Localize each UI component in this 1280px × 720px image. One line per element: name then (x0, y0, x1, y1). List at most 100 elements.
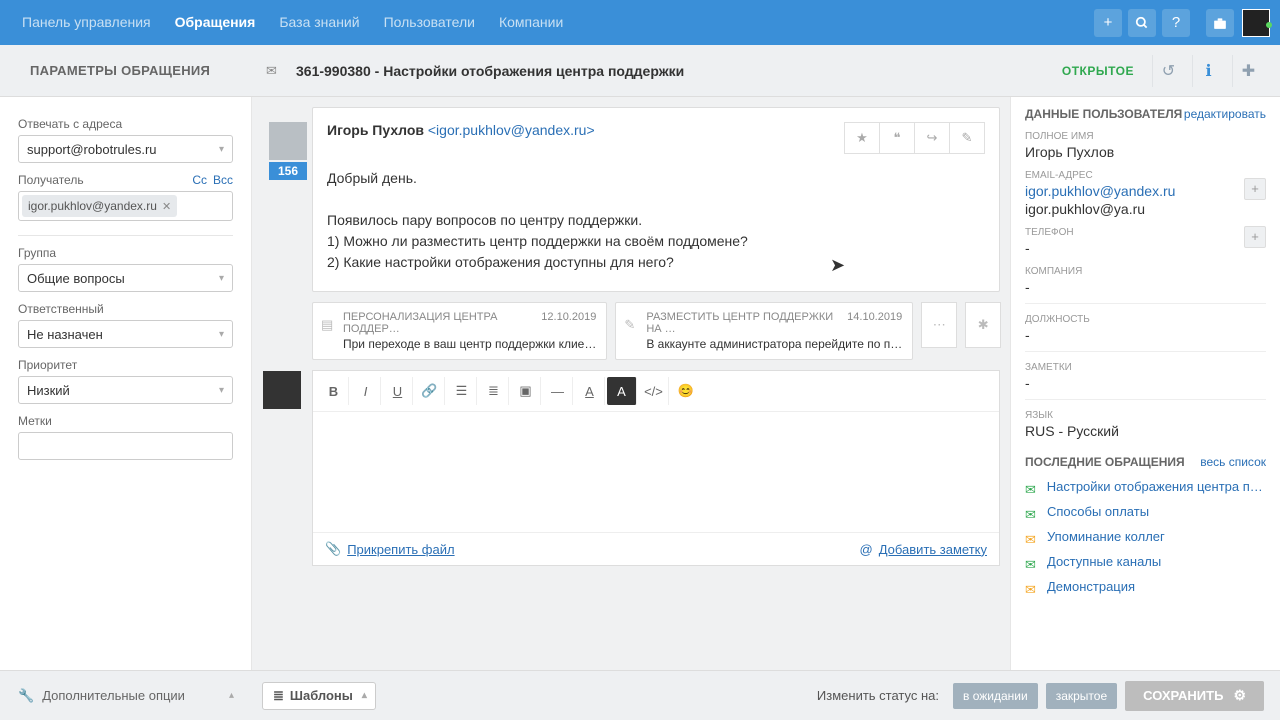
recent-ticket-title: Демонстрация (1047, 579, 1135, 594)
user-avatar[interactable] (1242, 9, 1270, 37)
notes-label: ЗАМЕТКИ (1025, 362, 1266, 373)
message-from: Игорь Пухлов <igor.pukhlov@yandex.ru> (327, 122, 845, 138)
email-value: igor.pukhlov@ya.ru (1025, 201, 1244, 217)
message-card: 156 Игорь Пухлов <igor.pukhlov@yandex.ru… (312, 107, 1000, 292)
edit-icon[interactable]: ✎ (949, 122, 985, 154)
briefcase-icon[interactable] (1206, 9, 1234, 37)
lang-value: RUS - Русский (1025, 423, 1266, 439)
recent-ticket-title: Способы оплаты (1047, 504, 1149, 519)
wrench-icon: 🔧 (18, 688, 34, 704)
message-body: Добрый день. Появилось пару вопросов по … (313, 162, 999, 291)
list-ol-icon[interactable]: ≣ (479, 377, 509, 405)
attach-file-link[interactable]: Прикрепить файл (347, 542, 454, 557)
center-panel: 156 Игорь Пухлов <igor.pukhlov@yandex.ru… (252, 97, 1010, 670)
chevron-up-icon: ▴ (362, 690, 367, 701)
more-icon[interactable]: ⋯ (921, 302, 957, 348)
bold-icon[interactable]: B (319, 377, 349, 405)
position-label: ДОЛЖНОСТЬ (1025, 314, 1266, 325)
plus-icon[interactable]: + (1094, 9, 1122, 37)
nav-users[interactable]: Пользователи (372, 0, 487, 45)
document-icon: ▤ (321, 317, 333, 333)
bcc-link[interactable]: Bcc (213, 173, 233, 187)
nav-companies[interactable]: Компании (487, 0, 575, 45)
recent-ticket-title: Настройки отображения центра по… (1047, 479, 1266, 494)
remove-chip-icon[interactable]: ✕ (162, 200, 171, 213)
recent-ticket-item[interactable]: ✉Демонстрация (1025, 579, 1266, 594)
assignee-select[interactable]: Не назначен▾ (18, 320, 233, 348)
at-icon: @ (860, 542, 873, 557)
assignee-label: Ответственный (18, 302, 233, 316)
recent-ticket-item[interactable]: ✉ Настройки отображения центра по… (1025, 479, 1266, 494)
paw-icon[interactable]: ✱ (965, 302, 1001, 348)
status-closed-button[interactable]: закрытое (1046, 683, 1117, 709)
templates-button[interactable]: ≣Шаблоны▴ (262, 682, 376, 710)
related-article[interactable]: ✎ РАЗМЕСТИТЬ ЦЕНТР ПОДДЕРЖКИ НА …14.10.2… (615, 302, 913, 360)
forward-icon[interactable]: ↪ (914, 122, 950, 154)
group-select[interactable]: Общие вопросы▾ (18, 264, 233, 292)
info-icon[interactable]: ℹ (1192, 55, 1224, 87)
editor-toolbar: B I U 🔗 ☰ ≣ ▣ — A A </> 😊 (313, 371, 999, 412)
list-ul-icon[interactable]: ☰ (447, 377, 477, 405)
full-name-label: ПОЛНОЕ ИМЯ (1025, 131, 1266, 142)
recipient-input[interactable]: igor.pukhlov@yandex.ru✕ (18, 191, 233, 221)
add-phone-button[interactable]: + (1244, 226, 1266, 248)
star-icon[interactable]: ★ (844, 122, 880, 154)
pin-icon: ✎ (624, 317, 635, 333)
quote-icon[interactable]: ❝ (879, 122, 915, 154)
tags-label: Метки (18, 414, 233, 428)
envelope-icon: ✉ (1025, 482, 1039, 492)
more-options-link[interactable]: Дополнительные опции (42, 688, 185, 703)
reply-from-select[interactable]: support@robotrules.ru▾ (18, 135, 233, 163)
nav-tickets[interactable]: Обращения (163, 0, 268, 45)
link-icon[interactable]: 🔗 (415, 377, 445, 405)
online-indicator-icon (1266, 22, 1272, 28)
recent-ticket-title: Упоминание коллег (1047, 529, 1165, 544)
font-color-icon[interactable]: A (575, 377, 605, 405)
email-value[interactable]: igor.pukhlov@yandex.ru (1025, 183, 1244, 199)
ticket-title: 361-990380 - Настройки отображения центр… (296, 63, 684, 79)
chevron-down-icon: ▾ (219, 385, 224, 396)
priority-select[interactable]: Низкий▾ (18, 376, 233, 404)
envelope-icon: ✉ (1025, 532, 1039, 542)
image-icon[interactable]: ▣ (511, 377, 541, 405)
group-label: Группа (18, 246, 233, 260)
search-icon[interactable] (1128, 9, 1156, 37)
nav-dashboard[interactable]: Панель управления (10, 0, 163, 45)
italic-icon[interactable]: I (351, 377, 381, 405)
chevron-down-icon: ▾ (219, 144, 224, 155)
edit-user-link[interactable]: редактировать (1184, 107, 1266, 121)
cc-link[interactable]: Cc (192, 173, 207, 187)
add-email-button[interactable]: + (1244, 178, 1266, 200)
puzzle-icon[interactable]: ✚ (1232, 55, 1264, 87)
nav-kb[interactable]: База знаний (267, 0, 371, 45)
code-icon[interactable]: </> (639, 377, 669, 405)
bg-color-icon[interactable]: A (607, 377, 637, 405)
recent-all-link[interactable]: весь список (1200, 455, 1266, 469)
email-label: EMAIL-АДРЕС (1025, 170, 1244, 181)
envelope-icon: ✉ (266, 63, 286, 79)
help-icon[interactable]: ? (1162, 9, 1190, 37)
user-data-heading: ДАННЫЕ ПОЛЬЗОВАТЕЛЯ (1025, 107, 1182, 121)
add-note-link[interactable]: Добавить заметку (879, 542, 987, 557)
recent-ticket-title: Доступные каналы (1047, 554, 1161, 569)
reply-editor: B I U 🔗 ☰ ≣ ▣ — A A </> 😊 📎Прикрепить фа… (312, 370, 1000, 566)
phone-label: ТЕЛЕФОН (1025, 227, 1244, 238)
related-article[interactable]: ▤ ПЕРСОНАЛИЗАЦИЯ ЦЕНТРА ПОДДЕР…12.10.201… (312, 302, 607, 360)
save-button[interactable]: СОХРАНИТЬ⚙ (1125, 681, 1264, 711)
status-pending-button[interactable]: в ожидании (953, 683, 1038, 709)
recent-ticket-item[interactable]: ✉ Упоминание коллег (1025, 529, 1266, 544)
priority-label: Приоритет (18, 358, 233, 372)
chevron-down-icon: ▾ (219, 329, 224, 340)
company-label: КОМПАНИЯ (1025, 266, 1266, 277)
recent-ticket-item[interactable]: ✉Доступные каналы (1025, 554, 1266, 569)
gear-icon: ⚙ (1233, 687, 1246, 704)
recent-ticket-item[interactable]: ✉Способы оплаты (1025, 504, 1266, 519)
emoji-icon[interactable]: 😊 (671, 377, 701, 405)
document-icon: ≣ (273, 688, 284, 704)
history-icon[interactable]: ↺ (1152, 55, 1184, 87)
underline-icon[interactable]: U (383, 377, 413, 405)
tags-input[interactable] (18, 432, 233, 460)
sender-avatar (269, 122, 307, 160)
editor-textarea[interactable] (313, 412, 999, 532)
hr-icon[interactable]: — (543, 377, 573, 405)
